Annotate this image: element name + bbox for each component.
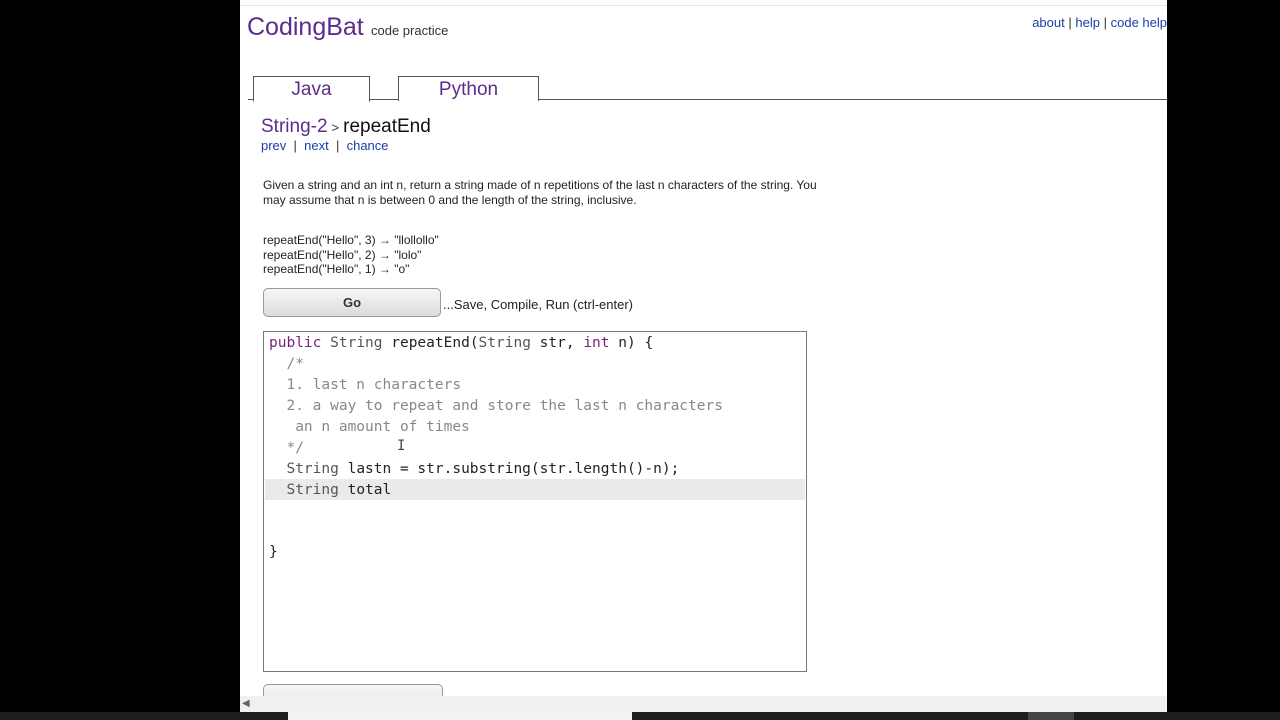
tab-java[interactable]: Java (253, 76, 370, 102)
tab-python[interactable]: Python (398, 76, 539, 101)
code-line[interactable]: 2. a way to repeat and store the last n … (269, 396, 723, 417)
breadcrumb: String-2 > repeatEnd (261, 116, 431, 138)
code-line[interactable]: /* (269, 354, 303, 375)
code-line[interactable]: public String repeatEnd(String str, int … (269, 333, 653, 354)
about-link[interactable]: about (1032, 15, 1065, 30)
taskbar-item[interactable] (288, 712, 632, 720)
code-line[interactable]: an n amount of times (269, 417, 470, 438)
breadcrumb-separator: > (331, 120, 340, 135)
scroll-left-arrow-icon[interactable]: ◀ (242, 698, 250, 709)
go-hint: ...Save, Compile, Run (ctrl-enter) (443, 297, 634, 312)
help-link[interactable]: help (1075, 15, 1100, 30)
taskbar (0, 712, 1280, 720)
tab-underline (248, 99, 1167, 100)
code-line[interactable]: } (269, 542, 278, 563)
prev-link[interactable]: prev (261, 138, 286, 153)
chance-link[interactable]: chance (347, 138, 389, 153)
problem-title: repeatEnd (343, 116, 431, 137)
separator: | (293, 138, 297, 153)
problem-nav: prev | next | chance (261, 138, 389, 153)
go-button[interactable]: Go (263, 288, 441, 317)
page: CodingBat code practice about | help | c… (240, 0, 1167, 712)
header-divider (240, 0, 1167, 6)
code-editor[interactable]: public String repeatEnd(String str, int … (263, 331, 807, 672)
example-line: repeatEnd("Hello", 2) → "lolo" (263, 247, 422, 262)
separator: | (1068, 15, 1072, 30)
site-logo[interactable]: CodingBat (247, 13, 364, 42)
example-line: repeatEnd("Hello", 3) → "llollollo" (263, 233, 439, 247)
top-links: about | help | code help (1032, 15, 1167, 30)
code-line[interactable]: String lastn = str.substring(str.length(… (269, 459, 679, 480)
code-line[interactable]: */ (269, 438, 303, 459)
examples-list: repeatEnd("Hello", 3) → "llollollo" repe… (263, 233, 439, 277)
code-line[interactable]: String total (269, 480, 391, 501)
breadcrumb-category-link[interactable]: String-2 (261, 116, 328, 137)
separator: | (1103, 15, 1107, 30)
site-tagline: code practice (371, 23, 449, 38)
text-cursor-icon: I (397, 438, 406, 454)
example-line: repeatEnd("Hello", 1) → "o" (263, 262, 410, 276)
code-line[interactable]: 1. last n characters (269, 375, 461, 396)
next-link[interactable]: next (304, 138, 329, 153)
problem-description: Given a string and an int n, return a st… (263, 178, 817, 207)
taskbar-item[interactable] (1028, 712, 1074, 720)
code-help-link[interactable]: code help (1111, 15, 1167, 30)
horizontal-scrollbar[interactable]: ◀ (240, 696, 1167, 712)
separator: | (335, 138, 340, 153)
